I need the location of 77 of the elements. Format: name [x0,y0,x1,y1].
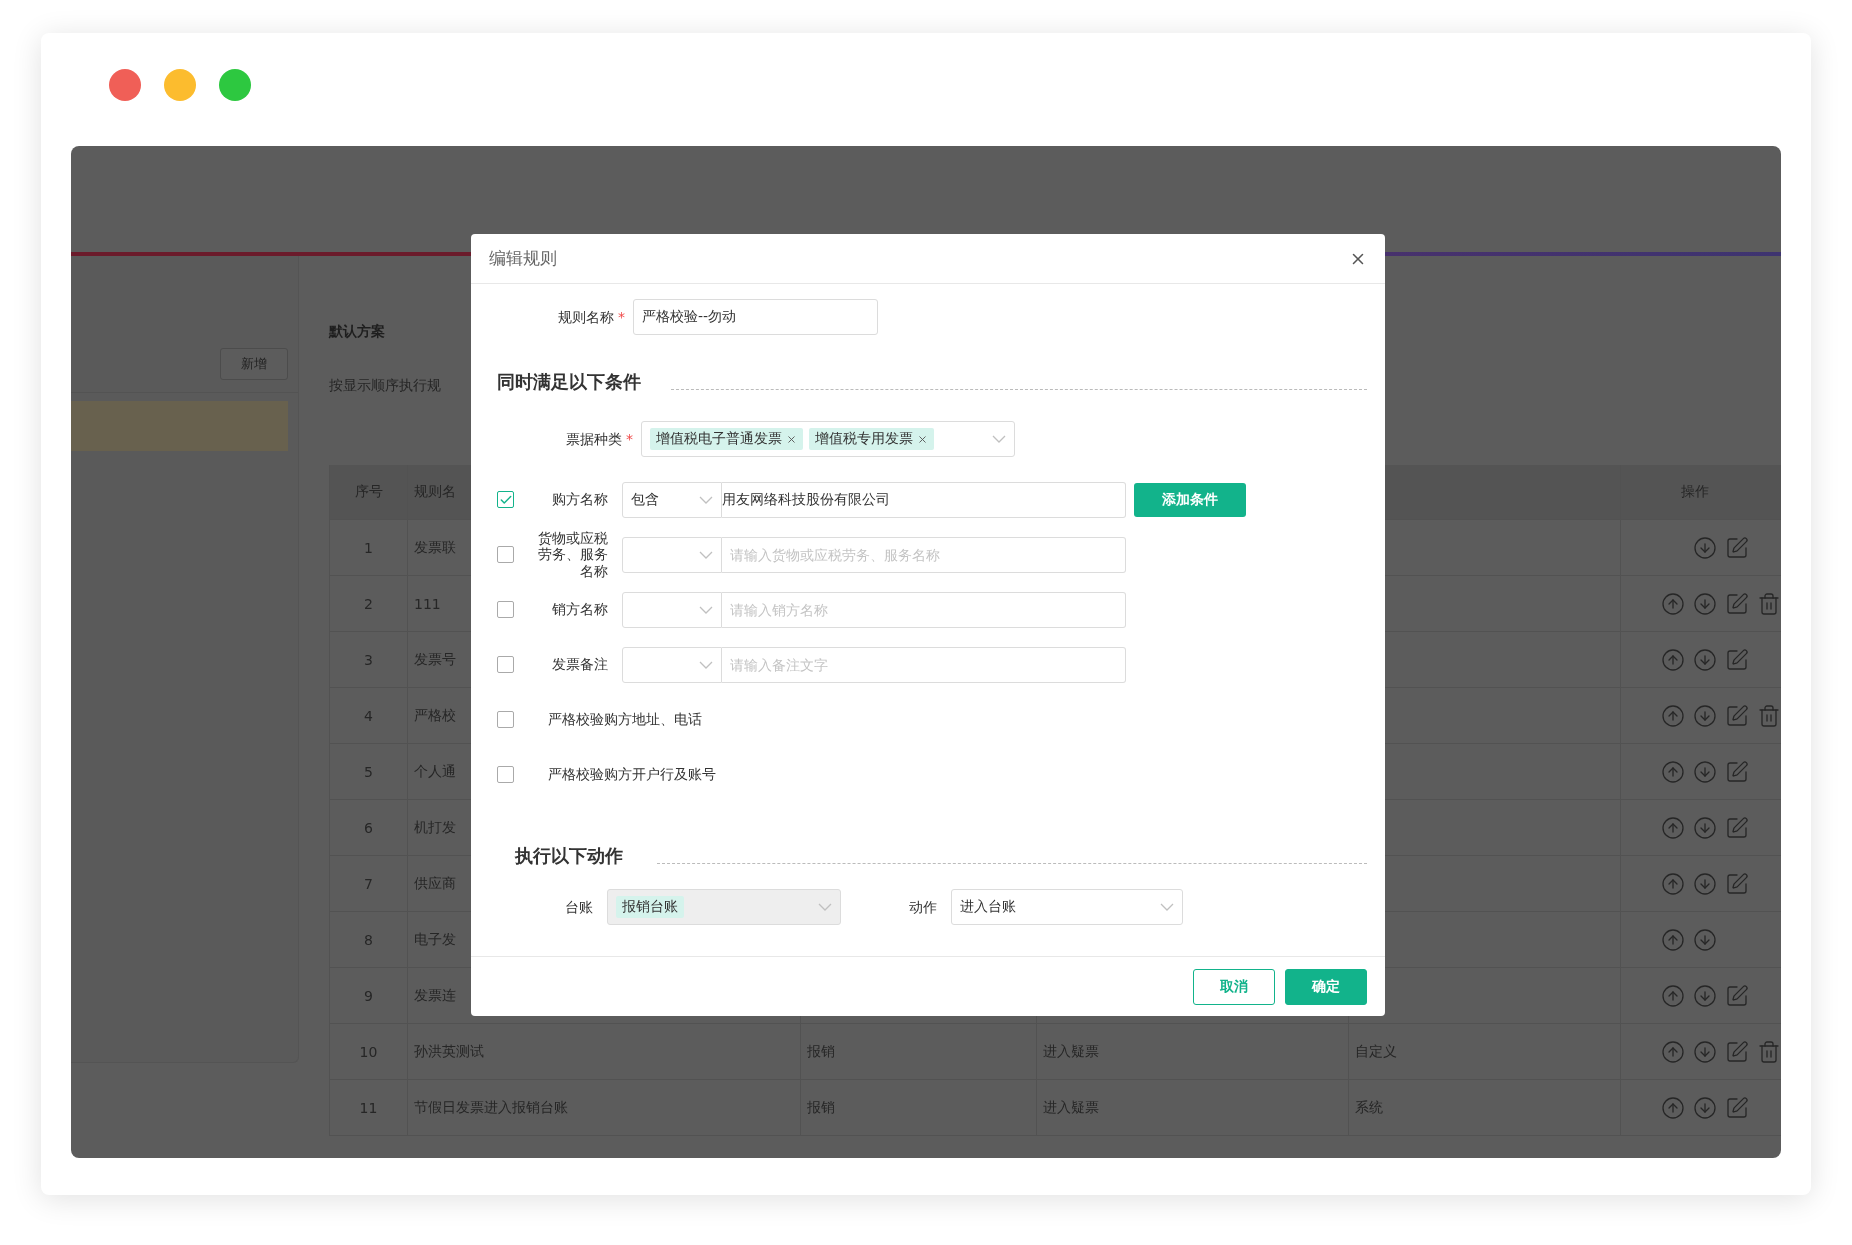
edit-icon[interactable] [1725,1039,1749,1064]
arrow-up-icon[interactable] [1661,815,1685,840]
checkbox[interactable] [497,491,514,508]
dialog-title: 编辑规则 [489,247,557,270]
checkbox[interactable] [497,601,514,618]
operator-select[interactable] [622,536,722,573]
arrow-down-icon[interactable] [1693,703,1717,728]
operator-select[interactable] [622,591,722,628]
arrow-down-icon[interactable] [1693,983,1717,1008]
arrow-up-icon[interactable] [1661,703,1685,728]
edit-icon[interactable] [1725,647,1749,672]
chevron-down-icon [699,605,713,614]
input-field[interactable]: 请输入货物或应税劳务、服务名称 [722,536,1126,573]
chevron-down-icon [699,550,713,559]
edit-icon[interactable] [1725,871,1749,896]
edit-icon[interactable] [1725,535,1749,560]
tag: 增值税电子普通发票 [650,428,803,450]
close-icon[interactable] [917,433,928,445]
arrow-up-icon[interactable] [1661,871,1685,896]
arrow-down-icon[interactable] [1693,535,1717,560]
edit-icon[interactable] [1725,1095,1749,1120]
edit-icon[interactable] [1725,759,1749,784]
chevron-down-icon [699,660,713,669]
field-label: 销方名称 [551,601,609,618]
input-field[interactable]: 请输入备注文字 [722,646,1126,683]
edit-icon[interactable] [1725,591,1749,616]
window-control[interactable] [109,69,141,101]
field-label: 票据种类 * [565,430,634,448]
arrow-up-icon[interactable] [1661,591,1685,616]
arrow-down-icon[interactable] [1693,647,1717,672]
operator-select[interactable]: 包含 [622,481,722,518]
close-icon[interactable] [786,433,797,445]
arrow-down-icon[interactable] [1693,759,1717,784]
arrow-up-icon[interactable] [1661,927,1685,952]
arrow-up-icon[interactable] [1661,983,1685,1008]
trash-icon[interactable] [1757,703,1781,728]
arrow-up-icon[interactable] [1661,1095,1685,1120]
tag: 增值税专用发票 [809,428,934,450]
checkbox[interactable] [497,766,514,783]
edit-icon[interactable] [1725,703,1749,728]
tag: 报销台账 [616,896,684,918]
arrow-up-icon[interactable] [1661,1039,1685,1064]
checkbox[interactable] [497,546,514,563]
field-label: 动作 [908,898,938,916]
action-select[interactable]: 进入台账 [951,889,1183,925]
operator-select[interactable] [622,646,722,683]
arrow-down-icon[interactable] [1693,591,1717,616]
checkbox[interactable] [497,711,514,728]
edit-icon[interactable] [1725,983,1749,1008]
chevron-down-icon [1160,903,1174,911]
input-field[interactable]: 严格校验--勿动 [633,299,878,335]
arrow-down-icon[interactable] [1693,927,1717,952]
arrow-up-icon[interactable] [1661,647,1685,672]
trash-icon[interactable] [1757,591,1781,616]
arrow-down-icon[interactable] [1693,1039,1717,1064]
chevron-down-icon [992,435,1006,443]
arrow-down-icon[interactable] [1693,815,1717,840]
text-field[interactable]: 用友网络科技股份有限公司 [722,481,1126,518]
chevron-down-icon [818,903,832,911]
checkbox[interactable] [497,656,514,673]
checkbox-label: 严格校验购方开户行及账号 [547,766,717,783]
input-field[interactable]: 请输入销方名称 [722,591,1126,628]
window-control[interactable] [164,69,196,101]
field-label: 规则名称 * [557,308,626,326]
edit-icon[interactable] [1725,815,1749,840]
window-control[interactable] [219,69,251,101]
arrow-up-icon[interactable] [1661,759,1685,784]
chevron-down-icon [699,495,713,504]
section-title: 同时满足以下条件 [497,370,641,394]
checkbox-label: 严格校验购方地址、电话 [547,711,703,728]
arrow-down-icon[interactable] [1693,1095,1717,1120]
trash-icon[interactable] [1757,1039,1781,1064]
field-label: 购方名称 [551,491,609,508]
scheme-title: 默认方案 [329,323,385,341]
multi-select[interactable]: 增值税电子普通发票 增值税专用发票 [641,421,1015,457]
field-label: 发票备注 [551,656,609,673]
arrow-down-icon[interactable] [1693,871,1717,896]
